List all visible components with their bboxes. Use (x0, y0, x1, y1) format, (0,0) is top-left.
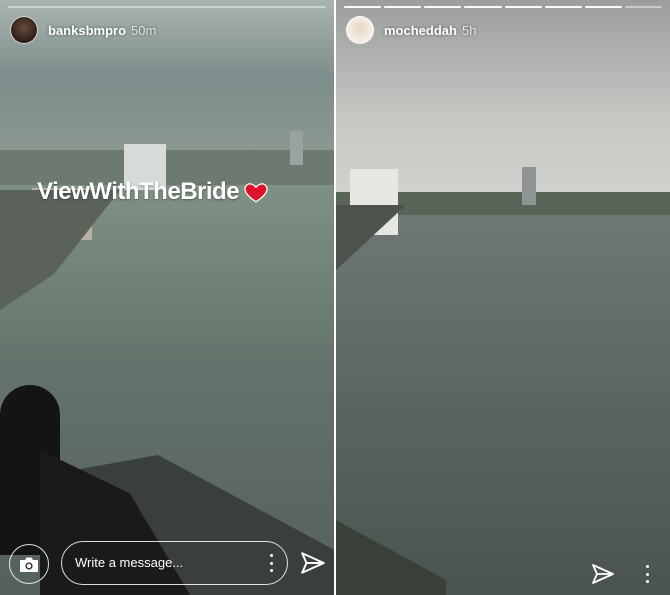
progress-segment (424, 6, 462, 8)
story-header[interactable]: banksbmpro 50m (10, 16, 156, 44)
lagoon-water (336, 215, 670, 595)
building (522, 167, 536, 205)
timestamp: 5h (461, 22, 477, 38)
progress-segment (8, 6, 326, 8)
progress-segment (544, 6, 582, 8)
heart-icon (244, 183, 268, 203)
message-input[interactable]: Write a message... (61, 541, 288, 585)
story-header[interactable]: mocheddah 5h (346, 16, 476, 44)
send-icon[interactable] (591, 562, 615, 586)
username[interactable]: banksbmpro (48, 23, 126, 38)
story-progress (344, 6, 662, 8)
story-image-left (0, 0, 334, 595)
progress-segment (344, 6, 382, 8)
camera-icon (20, 557, 38, 572)
story-panel-right[interactable]: mocheddah 5h (336, 0, 670, 595)
story-progress (8, 6, 326, 8)
avatar[interactable] (10, 16, 38, 44)
caption-text: ViewWithTheBride (37, 178, 240, 205)
message-placeholder: Write a message... (75, 555, 184, 570)
progress-segment (464, 6, 502, 8)
progress-segment (584, 6, 622, 8)
progress-segment (504, 6, 542, 8)
avatar[interactable] (346, 16, 374, 44)
send-icon[interactable] (300, 550, 326, 576)
camera-button[interactable] (9, 544, 49, 584)
username[interactable]: mocheddah (384, 23, 457, 38)
story-image-right (336, 0, 670, 595)
story-panel-left[interactable]: banksbmpro 50m ViewWithTheBride Write a … (0, 0, 334, 595)
more-icon[interactable] (645, 565, 649, 583)
more-icon[interactable] (269, 554, 273, 572)
timestamp: 50m (131, 22, 157, 38)
building (290, 131, 303, 165)
story-caption: ViewWithTheBride (37, 178, 269, 206)
progress-segment (384, 6, 422, 8)
progress-segment (624, 6, 662, 8)
